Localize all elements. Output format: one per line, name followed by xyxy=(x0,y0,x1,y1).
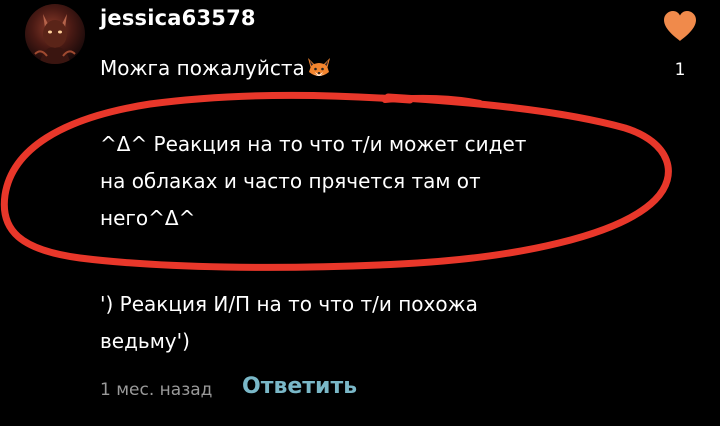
comment-paragraph-1: ^Δ^ Реакция на то что т/и может сидет на… xyxy=(100,126,590,237)
comment-text-first: Можга пожалуйста xyxy=(100,56,305,80)
like-heart-icon[interactable] xyxy=(662,10,698,42)
paragraph-line: него^Δ^ xyxy=(100,206,196,230)
avatar-image xyxy=(34,14,76,64)
paragraph-line: ') Реакция И/П на то что т/и похожа xyxy=(100,292,478,316)
paragraph-line: ведьму') xyxy=(100,329,190,353)
comment-first-line: Можга пожалуйста xyxy=(100,56,332,80)
paragraph-line: на облаках и часто прячется там от xyxy=(100,169,481,193)
comment-timestamp: 1 мес. назад xyxy=(100,380,213,400)
comment-paragraph-2: ') Реакция И/П на то что т/и похожа ведь… xyxy=(100,286,560,360)
reply-button[interactable]: Ответить xyxy=(242,374,357,399)
fox-emoji-icon xyxy=(306,56,332,80)
paragraph-line: ^Δ^ Реакция на то что т/и может сидет xyxy=(100,132,527,156)
avatar[interactable] xyxy=(25,4,85,64)
like-count: 1 xyxy=(674,60,686,80)
username[interactable]: jessica63578 xyxy=(100,6,256,30)
